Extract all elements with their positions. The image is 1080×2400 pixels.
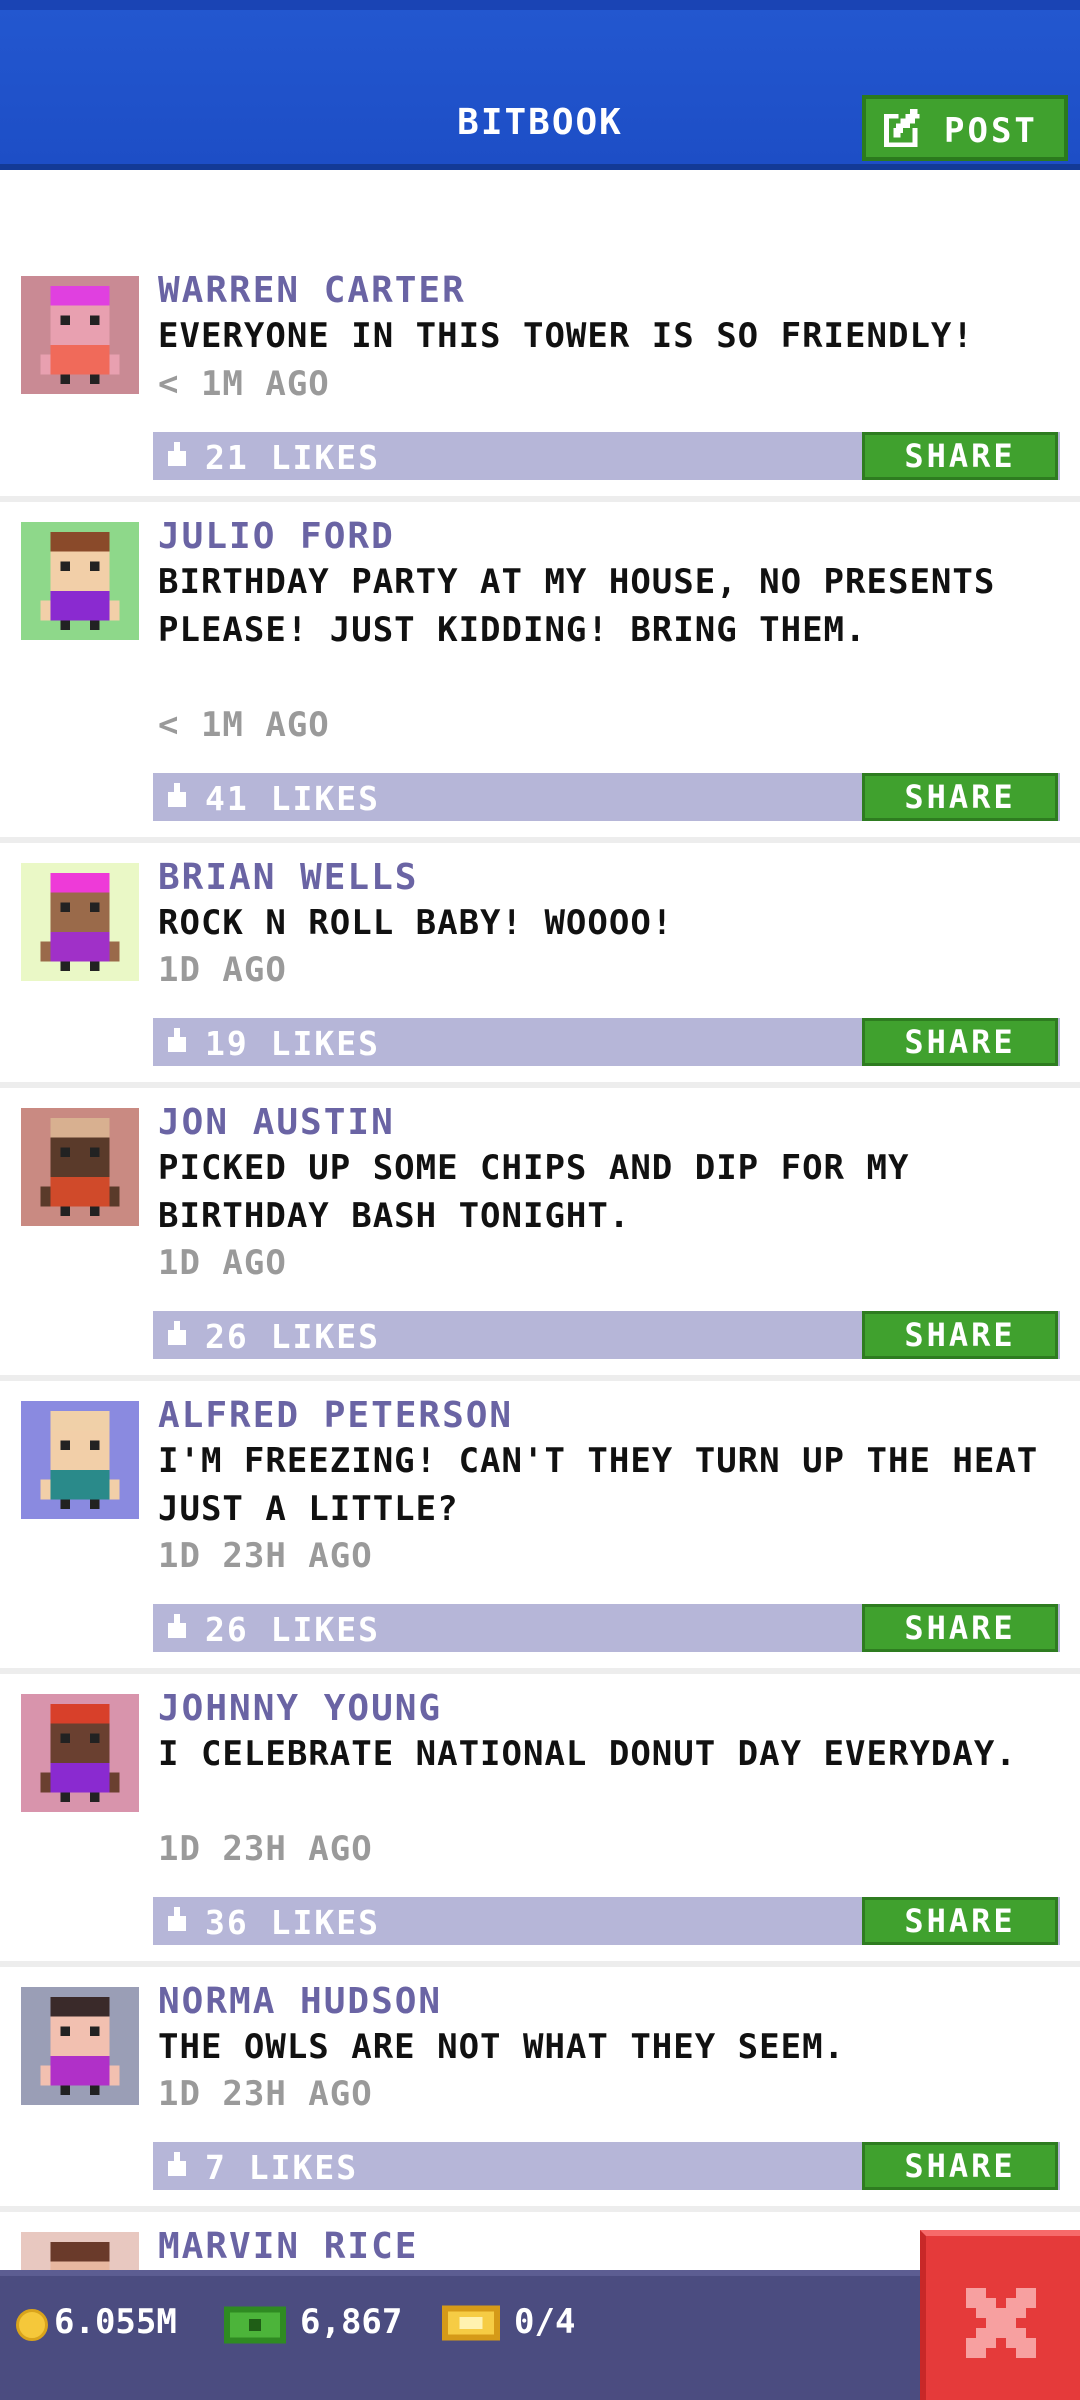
close-button[interactable] bbox=[920, 2230, 1080, 2400]
post-divider bbox=[0, 1668, 1080, 1674]
share-button[interactable]: SHARE bbox=[862, 1018, 1058, 1066]
user-avatar[interactable] bbox=[21, 1401, 139, 1519]
feed-list[interactable]: WARREN CARTER EVERYONE IN THIS TOWER IS … bbox=[0, 170, 1080, 2270]
post-author-name[interactable]: BRIAN WELLS bbox=[158, 857, 418, 898]
post-divider bbox=[0, 1082, 1080, 1088]
post-author-name[interactable]: WARREN CARTER bbox=[158, 270, 466, 311]
likes-count: 41 LIKES bbox=[205, 779, 380, 818]
post-timestamp: 1D 23H AGO bbox=[158, 1536, 373, 1576]
likes-count: 26 LIKES bbox=[205, 1317, 380, 1356]
post-timestamp: 1D 23H AGO bbox=[158, 1829, 373, 1869]
share-button[interactable]: SHARE bbox=[862, 1311, 1058, 1359]
post-divider bbox=[0, 496, 1080, 502]
bitbook-screen: BITBOOK POST WARREN CARTER EVERYONE IN T… bbox=[0, 0, 1080, 2400]
edit-icon bbox=[884, 109, 920, 147]
post-timestamp: 1D AGO bbox=[158, 950, 287, 990]
share-button[interactable]: SHARE bbox=[862, 773, 1058, 821]
post-button[interactable]: POST bbox=[862, 95, 1068, 161]
post-text: BIRTHDAY PARTY AT MY HOUSE, NO PRESENTS … bbox=[158, 562, 996, 650]
post-author-name[interactable]: JULIO FORD bbox=[158, 516, 395, 557]
post-timestamp: 1D 23H AGO bbox=[158, 2074, 373, 2114]
close-icon bbox=[966, 2288, 1036, 2358]
post-timestamp: 1D AGO bbox=[158, 1243, 287, 1283]
post-author-name[interactable]: JON AUSTIN bbox=[158, 1102, 395, 1143]
thumbs-up-icon bbox=[168, 1614, 186, 1638]
user-avatar[interactable] bbox=[21, 1108, 139, 1226]
user-avatar[interactable] bbox=[21, 2232, 139, 2270]
user-avatar[interactable] bbox=[21, 863, 139, 981]
user-avatar[interactable] bbox=[21, 522, 139, 640]
post-divider bbox=[0, 837, 1080, 843]
bux-icon bbox=[224, 2306, 286, 2344]
user-avatar[interactable] bbox=[21, 1694, 139, 1812]
post-text: ROCK N ROLL BABY! WOOOO! bbox=[158, 903, 674, 943]
thumbs-up-icon bbox=[168, 442, 186, 466]
post-divider bbox=[0, 1961, 1080, 1967]
post-button-label: POST bbox=[944, 111, 1038, 151]
bux-balance: 6,867 bbox=[300, 2302, 403, 2342]
header-bar: BITBOOK POST bbox=[0, 0, 1080, 170]
post-text: EVERYONE IN THIS TOWER IS SO FRIENDLY! bbox=[158, 316, 974, 356]
post-text: I CELEBRATE NATIONAL DONUT DAY EVERYDAY. bbox=[158, 1734, 1017, 1774]
likes-count: 21 LIKES bbox=[205, 438, 380, 477]
thumbs-up-icon bbox=[168, 2152, 186, 2176]
share-button[interactable]: SHARE bbox=[862, 1897, 1058, 1945]
post-timestamp: < 1M AGO bbox=[158, 705, 330, 745]
post-author-name[interactable]: NORMA HUDSON bbox=[158, 1981, 442, 2022]
currency-footer: 6.055M 6,867 0/4 bbox=[0, 2270, 1080, 2400]
post-divider bbox=[0, 1375, 1080, 1381]
share-button[interactable]: SHARE bbox=[862, 432, 1058, 480]
post-author-name[interactable]: MARVIN RICE bbox=[158, 2226, 418, 2267]
share-button[interactable]: SHARE bbox=[862, 2142, 1058, 2190]
post-text: THE OWLS ARE NOT WHAT THEY SEEM. bbox=[158, 2027, 846, 2067]
coins-balance: 6.055M bbox=[54, 2302, 177, 2342]
thumbs-up-icon bbox=[168, 1028, 186, 1052]
post-author-name[interactable]: JOHNNY YOUNG bbox=[158, 1688, 442, 1729]
likes-count: 19 LIKES bbox=[205, 1024, 380, 1063]
coin-icon bbox=[16, 2309, 48, 2341]
likes-count: 7 LIKES bbox=[205, 2148, 359, 2187]
user-avatar[interactable] bbox=[21, 1987, 139, 2105]
likes-count: 36 LIKES bbox=[205, 1903, 380, 1942]
post-text: I'M FREEZING! CAN'T THEY TURN UP THE HEA… bbox=[158, 1441, 1039, 1529]
post-author-name[interactable]: ALFRED PETERSON bbox=[158, 1395, 513, 1436]
user-avatar[interactable] bbox=[21, 276, 139, 394]
likes-count: 26 LIKES bbox=[205, 1610, 380, 1649]
thumbs-up-icon bbox=[168, 783, 186, 807]
share-button[interactable]: SHARE bbox=[862, 1604, 1058, 1652]
tickets-count: 0/4 bbox=[514, 2302, 576, 2342]
ticket-icon bbox=[442, 2305, 500, 2341]
post-divider bbox=[0, 2206, 1080, 2212]
post-timestamp: < 1M AGO bbox=[158, 364, 330, 404]
thumbs-up-icon bbox=[168, 1907, 186, 1931]
thumbs-up-icon bbox=[168, 1321, 186, 1345]
post-text: PICKED UP SOME CHIPS AND DIP FOR MY BIRT… bbox=[158, 1148, 910, 1236]
